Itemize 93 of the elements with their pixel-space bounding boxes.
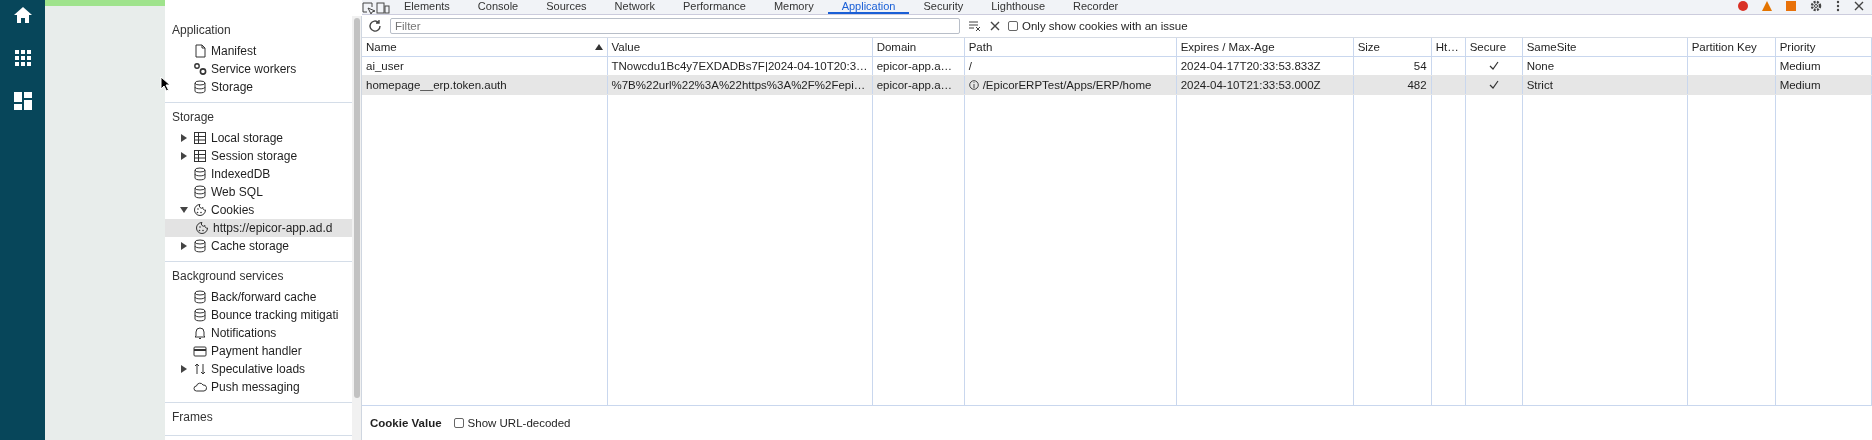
section-title: Application [171, 22, 232, 39]
table-cell: ai_user [362, 56, 607, 76]
section-title: Frames [171, 409, 214, 426]
details-title: Cookie Value [370, 417, 442, 429]
devtools-tab[interactable]: Network [600, 0, 669, 14]
checkmark-icon [1488, 80, 1499, 89]
collapse-triangle-icon[interactable] [180, 152, 188, 160]
devtools-tab[interactable]: Memory [759, 0, 828, 14]
table-cell: 54 [1353, 56, 1432, 76]
sidebar-item[interactable]: Web SQL [165, 183, 352, 201]
arrows-icon [193, 362, 207, 376]
sidebar-item[interactable]: Back/forward cache [165, 288, 352, 306]
database-icon [193, 239, 207, 253]
scrollbar[interactable] [352, 16, 361, 440]
sidebar-item[interactable]: Local storage [165, 129, 352, 147]
sidebar-item[interactable]: Notifications [165, 324, 352, 342]
dashboard-icon[interactable] [13, 92, 32, 110]
refresh-icon[interactable] [368, 19, 382, 33]
cookie-icon [195, 221, 209, 235]
column-header[interactable]: Partition Key [1687, 38, 1776, 57]
devtools-tab[interactable]: Recorder [1059, 0, 1133, 14]
column-header[interactable]: Expires / Max-Age [1176, 38, 1354, 57]
database-icon [193, 167, 207, 181]
cookie-icon [193, 203, 207, 217]
home-icon[interactable] [12, 6, 33, 24]
sidebar-item[interactable]: Manifest [165, 42, 352, 60]
clear-icon[interactable] [990, 21, 1000, 31]
devtools-tab[interactable]: Performance [668, 0, 760, 14]
column-header[interactable]: Path [964, 38, 1177, 57]
sidebar-item[interactable]: Payment handler [165, 342, 352, 360]
column-header[interactable]: Secure [1465, 38, 1523, 57]
expand-triangle-icon[interactable] [180, 206, 188, 214]
checkbox-label: Show URL-decoded [467, 417, 571, 429]
sidebar-item[interactable]: https://epicor-app.ad.d [165, 219, 352, 237]
column-header[interactable]: Priority [1775, 38, 1872, 57]
sidebar-item[interactable]: IndexedDB [165, 165, 352, 183]
sidebar-item[interactable]: Speculative loads [165, 360, 352, 378]
settings-icon[interactable] [1810, 0, 1822, 12]
cloud-icon [193, 380, 207, 394]
devtools-tab[interactable]: Console [463, 0, 533, 14]
bell-icon [193, 326, 207, 340]
close-icon[interactable] [1854, 1, 1864, 11]
devtools-tab[interactable]: Application [827, 0, 910, 14]
sidebar-item[interactable]: Push messaging [165, 378, 352, 396]
column-header[interactable]: Name [362, 38, 607, 57]
more-icon[interactable] [1836, 0, 1840, 12]
database-icon [193, 185, 207, 199]
sort-ascending-icon [594, 44, 603, 50]
filter-field[interactable]: Filter [390, 18, 960, 34]
database-icon [193, 290, 207, 304]
warning-icon[interactable] [1762, 1, 1772, 11]
devtools-tab[interactable]: Security [909, 0, 978, 14]
card-icon [193, 344, 207, 358]
checkmark-icon [1488, 61, 1499, 70]
info-icon [968, 80, 979, 90]
device-toolbar-icon[interactable] [376, 2, 390, 14]
file-icon [193, 44, 207, 58]
inspect-icon[interactable] [362, 2, 376, 14]
column-header[interactable]: SameSite [1522, 38, 1688, 57]
url-decoded-checkbox[interactable] [453, 418, 464, 428]
clear-filter-icon[interactable] [968, 20, 982, 32]
column-header[interactable]: Size [1353, 38, 1432, 57]
checkbox-label: Only show cookies with an issue [1022, 20, 1188, 32]
table-icon [193, 131, 207, 145]
devtools-tab[interactable]: Lighthouse [977, 0, 1060, 14]
error-icon[interactable] [1738, 1, 1748, 11]
table-cell: TNowcdu1Bc4y7EXDADBs7F|2024-04-10T20:3… [607, 56, 873, 76]
table-cell: None [1522, 56, 1688, 76]
collapse-triangle-icon[interactable] [180, 365, 188, 373]
table-cell: epicor-app.a… [872, 56, 965, 76]
database-icon [193, 308, 207, 322]
table-cell: Medium [1775, 56, 1872, 76]
column-header[interactable]: Value [607, 38, 873, 57]
issues-only-checkbox[interactable] [1008, 21, 1018, 31]
section-title: Background services [171, 268, 285, 285]
sidebar-item[interactable]: Cookies [165, 201, 352, 219]
devtools-tab[interactable]: Elements [390, 0, 464, 14]
sidebar-item[interactable]: Service workers [165, 60, 352, 78]
table-cell: / [964, 56, 1177, 76]
sidebar-item[interactable]: Bounce tracking mitigati [165, 306, 352, 324]
database-icon [193, 80, 207, 94]
sidebar-item[interactable]: Cache storage [165, 237, 352, 255]
collapse-triangle-icon[interactable] [180, 134, 188, 142]
devtools-tab[interactable]: Sources [532, 0, 601, 14]
table-icon [193, 149, 207, 163]
gears-icon [193, 62, 207, 76]
collapse-triangle-icon[interactable] [180, 242, 188, 250]
apps-grid-icon[interactable] [14, 50, 31, 66]
column-header[interactable]: Domain [872, 38, 965, 57]
column-header[interactable]: Ht… [1431, 38, 1466, 57]
table-cell: 2024-04-17T20:33:53.833Z [1176, 56, 1354, 76]
sidebar-item[interactable]: Session storage [165, 147, 352, 165]
section-title: Storage [171, 109, 216, 126]
